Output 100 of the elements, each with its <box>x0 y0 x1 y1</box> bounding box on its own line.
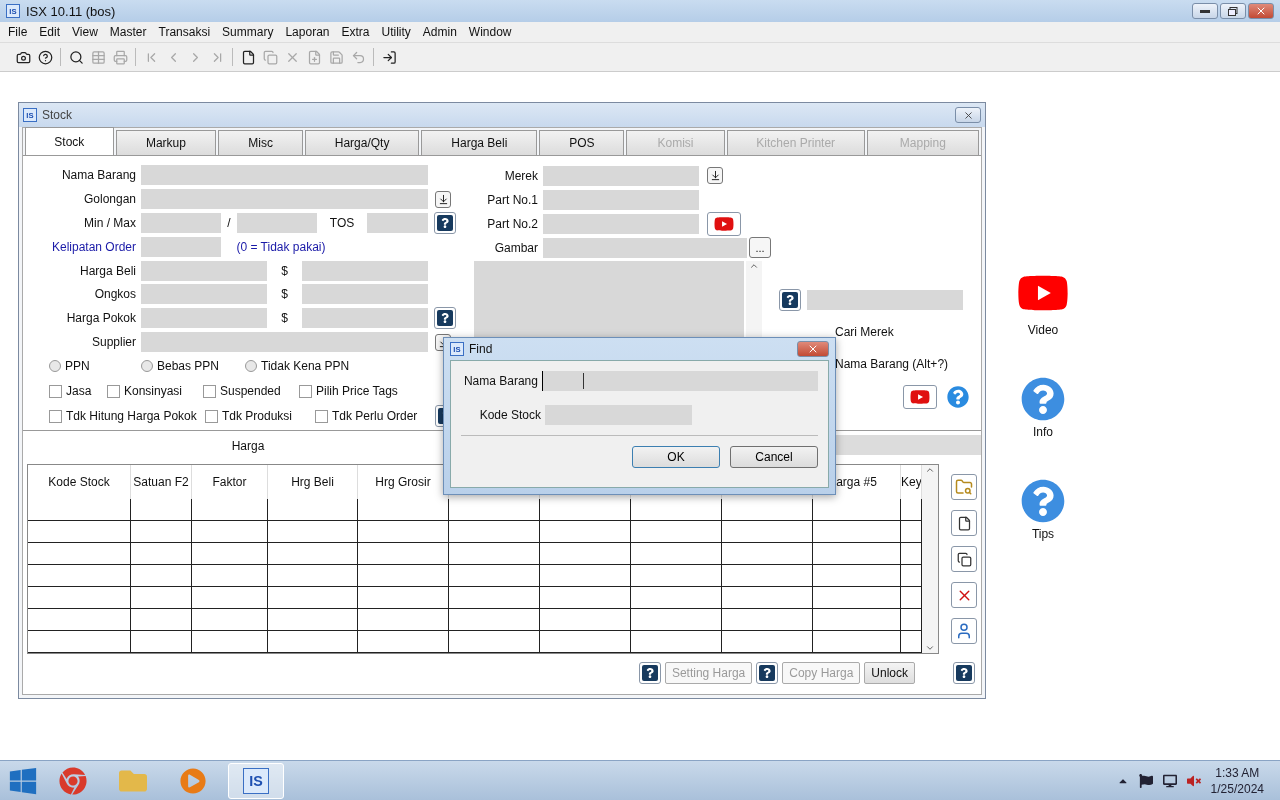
menu-item[interactable]: Admin <box>416 25 463 39</box>
menu-item[interactable]: Utility <box>375 25 417 39</box>
input-field[interactable] <box>302 284 428 305</box>
menu-item[interactable]: Laporan <box>279 25 336 39</box>
delete-button[interactable] <box>951 582 977 608</box>
minimize-button[interactable] <box>1192 3 1218 19</box>
flag-icon[interactable] <box>1138 773 1153 788</box>
exit-door-icon[interactable] <box>380 48 398 66</box>
tab[interactable]: Harga Beli <box>421 130 538 155</box>
tab[interactable]: Markup <box>115 130 217 155</box>
menu-item[interactable]: File <box>2 25 34 39</box>
scroll-up-icon[interactable] <box>749 261 759 271</box>
scroll-down-icon[interactable] <box>925 643 935 653</box>
input-field[interactable] <box>141 284 267 305</box>
input-field[interactable] <box>141 213 221 234</box>
checkbox[interactable]: Konsinyasi <box>107 384 203 399</box>
checkbox[interactable]: Tdk Produksi <box>205 409 315 424</box>
checkbox[interactable]: Tdk Perlu Order <box>315 409 435 424</box>
checkbox[interactable]: Pilih Price Tags <box>299 384 419 399</box>
video-button[interactable] <box>903 384 937 409</box>
question-icon <box>440 313 450 324</box>
currency-symbol: $ <box>280 311 289 326</box>
help-button[interactable] <box>779 288 801 311</box>
close-button[interactable] <box>1248 3 1274 19</box>
copy-button[interactable] <box>951 546 977 572</box>
taskbar-app[interactable]: IS <box>228 762 284 799</box>
input-field[interactable] <box>141 165 428 186</box>
radio-button[interactable]: Tidak Kena PPN <box>245 359 375 374</box>
checkbox[interactable]: Suspended <box>203 384 299 399</box>
scrollbar[interactable] <box>922 465 938 653</box>
help-button[interactable] <box>434 307 456 330</box>
tab[interactable]: POS <box>539 130 625 155</box>
speaker-muted-icon[interactable] <box>1186 773 1201 788</box>
input-field[interactable] <box>141 189 428 210</box>
field-label: Min / Max <box>83 216 137 231</box>
clock-date[interactable]: 1/25/2024 <box>1210 780 1264 797</box>
search-icon[interactable] <box>67 48 85 66</box>
action-button[interactable]: Unlock <box>864 662 915 684</box>
video-button[interactable] <box>707 211 741 236</box>
radio-button[interactable]: PPN <box>49 359 141 374</box>
input-field[interactable] <box>237 213 317 234</box>
menu-item[interactable]: Master <box>103 25 153 39</box>
checkbox[interactable]: Jasa <box>49 384 107 399</box>
close-button[interactable] <box>955 107 981 123</box>
table-cell <box>131 631 192 653</box>
restore-button[interactable] <box>1220 3 1246 19</box>
search-link[interactable]: Nama Barang (Alt+?) <box>835 357 949 371</box>
input-field[interactable] <box>302 260 428 281</box>
help-button[interactable] <box>953 662 975 684</box>
desktop-icon-label[interactable]: Info <box>1033 425 1053 439</box>
input-field[interactable] <box>302 308 428 329</box>
menu-item[interactable]: Edit <box>33 25 67 39</box>
input-field[interactable] <box>543 237 747 258</box>
input-field[interactable] <box>141 332 428 353</box>
new-document-button[interactable] <box>951 510 977 536</box>
input-field[interactable] <box>541 371 818 391</box>
dialog-button[interactable]: Cancel <box>730 446 818 468</box>
start-button[interactable] <box>8 765 38 796</box>
tab[interactable]: Harga/Qty <box>304 130 420 155</box>
help-icon[interactable] <box>36 48 54 66</box>
help-button[interactable] <box>756 662 779 684</box>
menu-item[interactable]: Extra <box>335 25 376 39</box>
browser-icon <box>59 766 87 795</box>
menu-item[interactable]: Summary <box>216 25 280 39</box>
input-field[interactable] <box>807 289 963 310</box>
input-field[interactable] <box>367 213 428 234</box>
input-field[interactable] <box>543 189 699 210</box>
search-link[interactable]: Cari Merek <box>835 325 894 339</box>
close-button[interactable] <box>797 341 829 357</box>
dialog-title: Find <box>469 342 493 356</box>
input-field[interactable] <box>543 213 699 234</box>
menu-item[interactable]: Window <box>462 25 518 39</box>
input-field[interactable] <box>141 308 267 329</box>
scroll-up-icon[interactable] <box>925 465 935 475</box>
clock-time[interactable]: 1:33 AM <box>1215 764 1260 781</box>
tab[interactable]: Misc <box>218 130 303 155</box>
dropdown-button[interactable] <box>435 190 451 208</box>
browse-button[interactable]: ... <box>749 237 771 258</box>
user-button[interactable] <box>951 618 977 644</box>
search-button[interactable] <box>951 474 977 500</box>
input-field[interactable] <box>141 260 267 281</box>
desktop-icon-label[interactable]: Video <box>1027 323 1059 337</box>
input-field[interactable] <box>141 236 221 257</box>
checkbox[interactable]: Tdk Hitung Harga Pokok <box>49 409 205 424</box>
dialog-button[interactable]: OK <box>632 446 720 468</box>
tab[interactable]: Stock <box>25 127 114 155</box>
desktop-icon-label[interactable]: Tips <box>1031 527 1055 541</box>
help-button[interactable] <box>638 662 661 684</box>
help-button[interactable] <box>434 212 456 235</box>
table-cell <box>131 499 192 521</box>
menu-item[interactable]: Transaksi <box>152 25 217 39</box>
field-label: Harga Pokok <box>65 311 137 326</box>
menu-item[interactable]: View <box>66 25 104 39</box>
input-field[interactable] <box>543 165 699 186</box>
table-cell <box>131 543 192 565</box>
network-icon[interactable] <box>1162 773 1177 788</box>
dropdown-button[interactable] <box>707 167 723 184</box>
field-label: Supplier <box>90 335 137 350</box>
input-field[interactable] <box>545 405 692 425</box>
radio-button[interactable]: Bebas PPN <box>141 359 245 374</box>
